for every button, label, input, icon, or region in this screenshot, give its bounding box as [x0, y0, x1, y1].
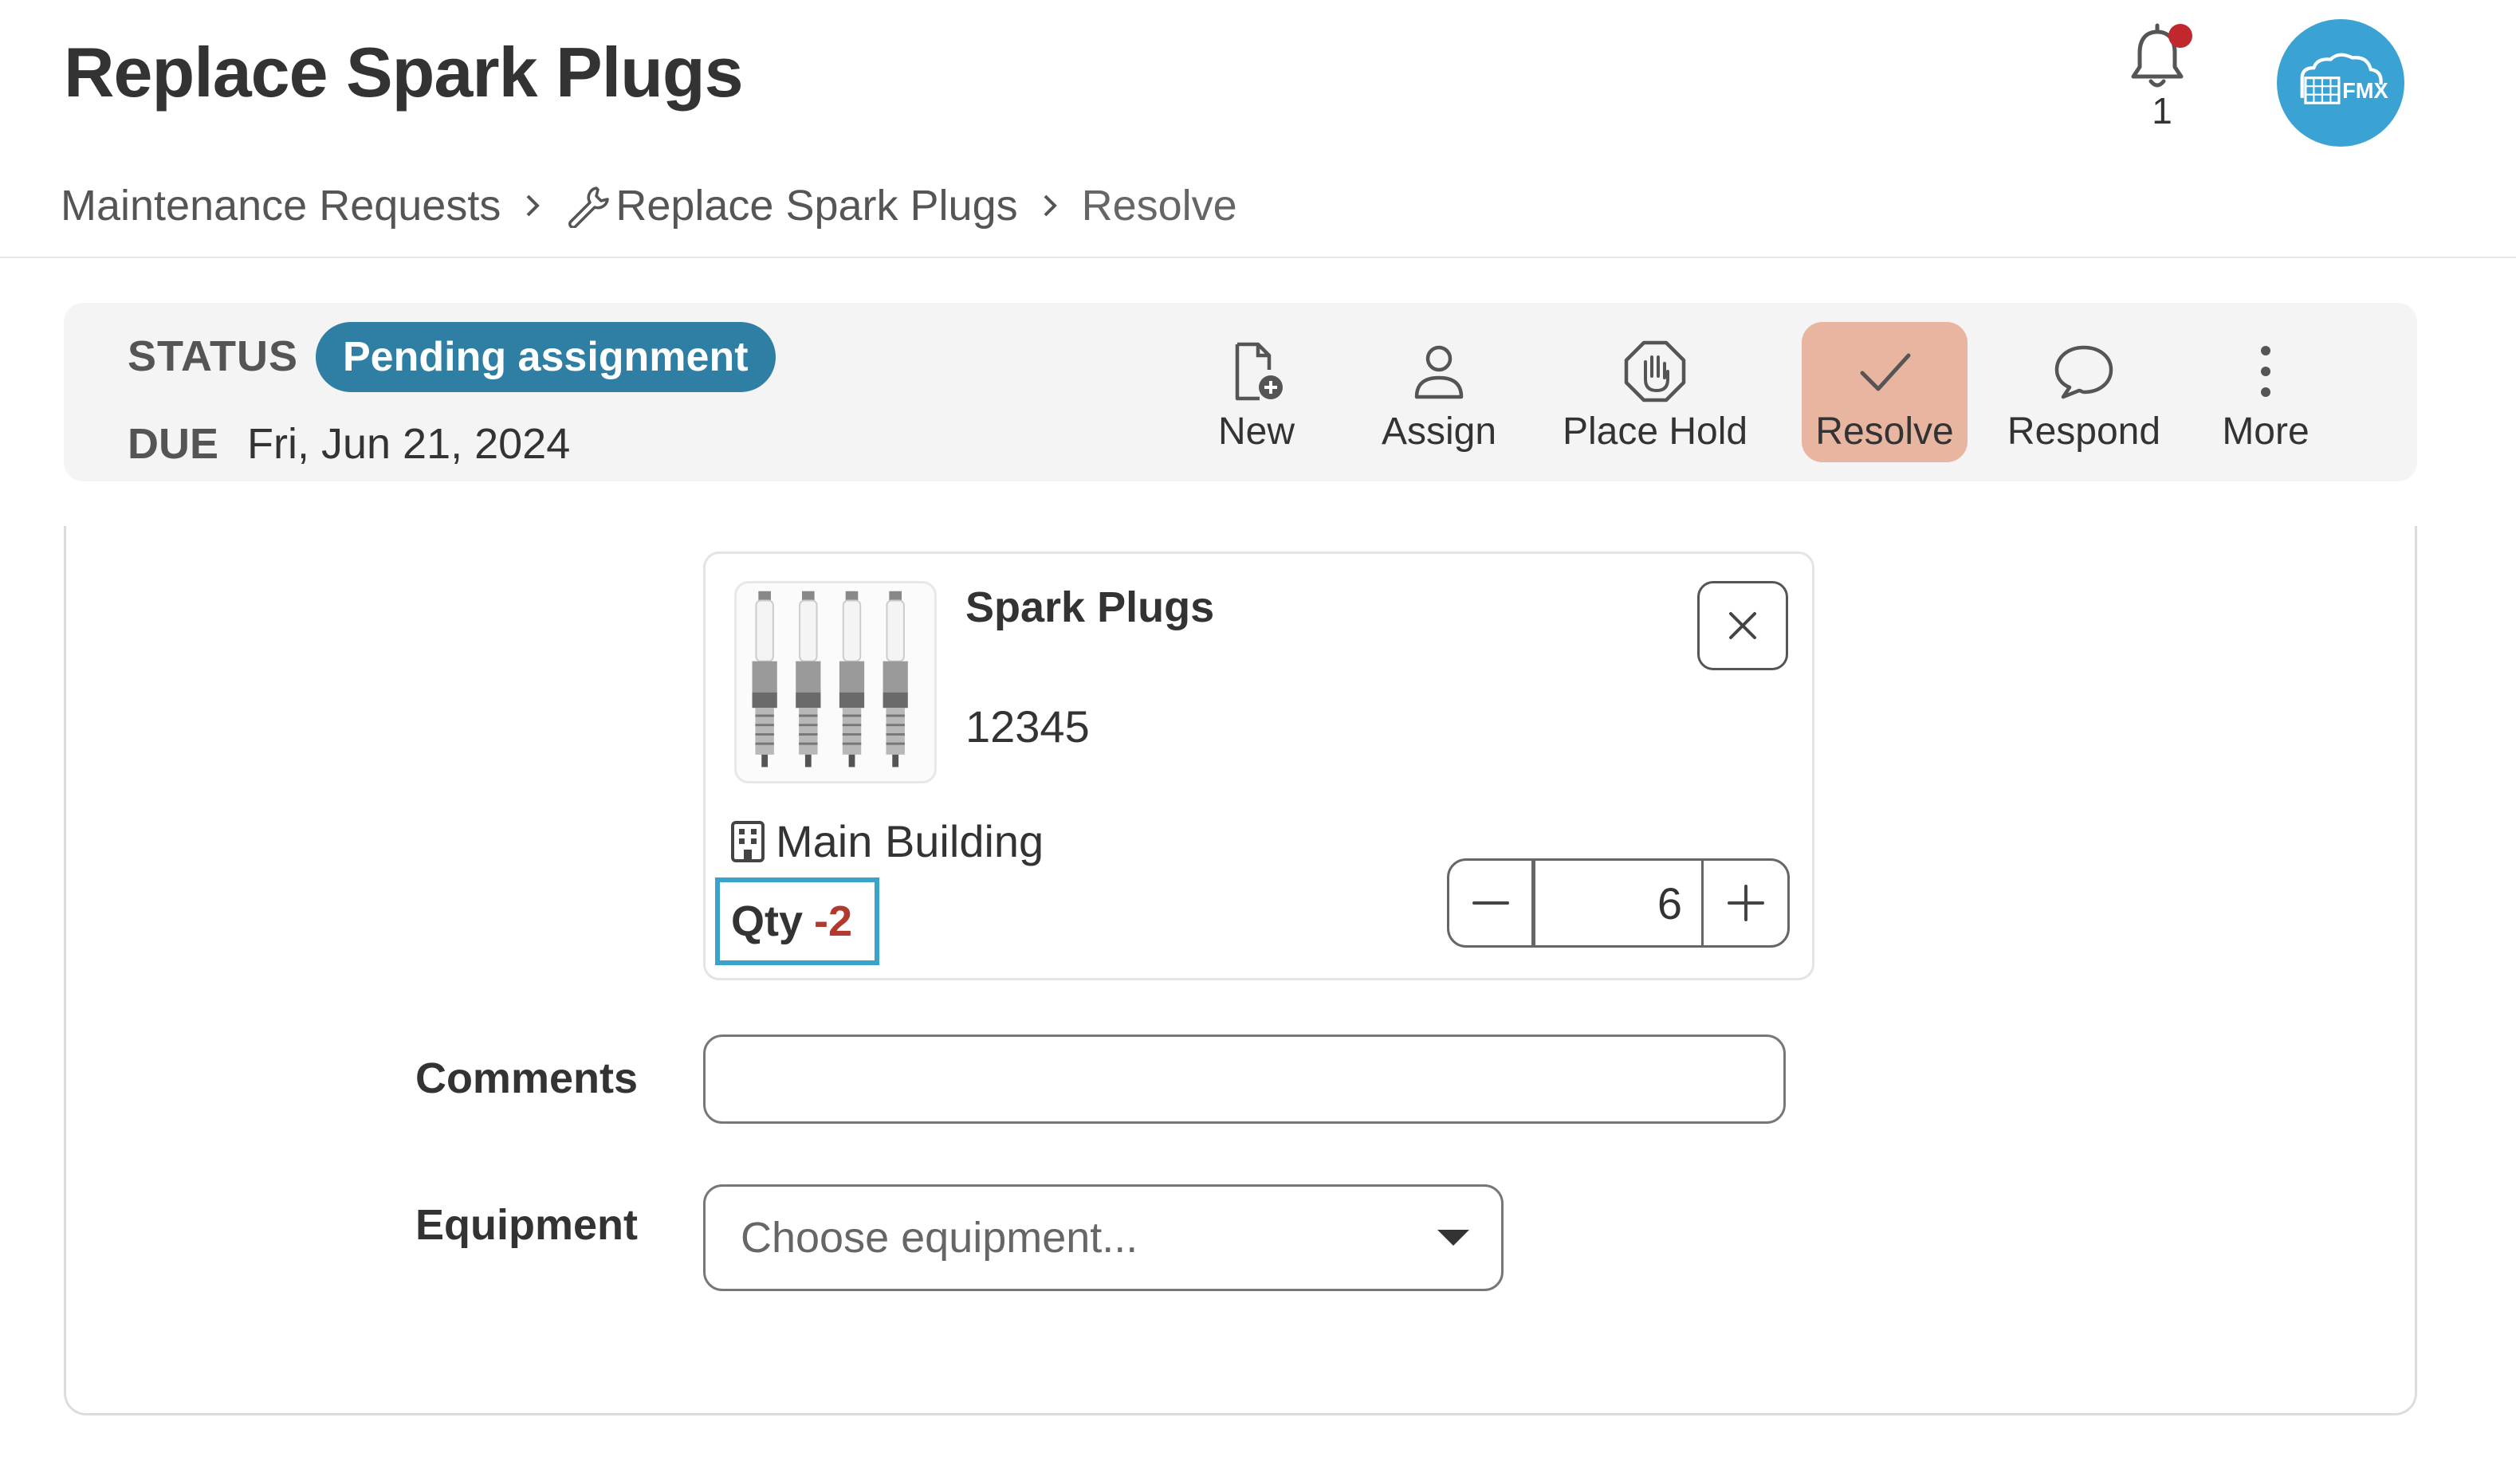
- increment-button[interactable]: [1701, 861, 1787, 945]
- breadcrumb-resolve: Resolve: [1081, 182, 1237, 230]
- part-image: [734, 581, 937, 783]
- wrench-icon: [568, 186, 610, 228]
- new-document-icon: [1235, 342, 1283, 401]
- notification-dot: [2168, 24, 2192, 48]
- qty-value: -2: [814, 897, 853, 945]
- place-hold-label: Place Hold: [1562, 410, 1748, 453]
- resolve-label: Resolve: [1815, 410, 1954, 453]
- chevron-right-icon: [526, 194, 541, 217]
- svg-text:FMX: FMX: [2342, 78, 2388, 103]
- equipment-label: Equipment: [415, 1201, 638, 1249]
- respond-button[interactable]: Respond: [2004, 322, 2164, 462]
- resolve-button[interactable]: Resolve: [1802, 322, 1968, 462]
- hand-stop-icon: [1624, 340, 1686, 402]
- equipment-select[interactable]: Choose equipment...: [703, 1184, 1504, 1291]
- assign-label: Assign: [1381, 410, 1497, 453]
- speech-bubble-icon: [2054, 345, 2113, 399]
- due-label: DUE: [128, 420, 219, 468]
- decrement-button[interactable]: [1449, 861, 1535, 945]
- status-bar: STATUS Pending assignment DUE Fri, Jun 2…: [64, 303, 2417, 481]
- part-location-label: Main Building: [776, 816, 1044, 866]
- status-badge: Pending assignment: [316, 322, 776, 392]
- part-location: Main Building: [729, 815, 1044, 867]
- breadcrumb-replace-spark-plugs[interactable]: Replace Spark Plugs: [615, 181, 1017, 230]
- new-label: New: [1217, 410, 1295, 453]
- minus-icon: [1472, 901, 1509, 905]
- avatar[interactable]: FMX: [2277, 19, 2404, 147]
- part-item-card: Spark Plugs 12345 Main Building Qty -2 6: [703, 552, 1814, 980]
- remove-part-button[interactable]: [1697, 581, 1788, 670]
- status-label: STATUS: [128, 332, 298, 380]
- more-button[interactable]: More: [2218, 322, 2314, 462]
- new-button[interactable]: New: [1209, 322, 1304, 462]
- person-icon: [1414, 345, 1464, 399]
- equipment-placeholder: Choose equipment...: [741, 1214, 1138, 1262]
- quantity-input[interactable]: 6: [1535, 861, 1701, 945]
- part-name: Spark Plugs: [965, 583, 1215, 631]
- qty-label: Qty: [731, 897, 804, 945]
- close-icon: [1729, 612, 1756, 639]
- spark-plugs-image: [752, 591, 908, 768]
- building-icon: [731, 820, 765, 862]
- more-label: More: [2222, 410, 2310, 453]
- breadcrumb-maintenance-requests[interactable]: Maintenance Requests: [61, 181, 501, 230]
- page-title: Replace Spark Plugs: [64, 33, 744, 112]
- comments-field[interactable]: [703, 1034, 1786, 1124]
- chevron-right-icon: [1044, 194, 1057, 217]
- fmx-logo-icon: FMX: [2300, 53, 2388, 104]
- caret-down-icon: [1437, 1230, 1469, 1246]
- plus-icon: [1727, 885, 1764, 921]
- assign-button[interactable]: Assign: [1371, 322, 1507, 462]
- breadcrumb: Maintenance Requests Replace Spark Plugs…: [61, 177, 1237, 234]
- vertical-dots-icon: [2261, 346, 2270, 397]
- part-number: 12345: [965, 701, 1090, 752]
- header-divider: [0, 257, 2516, 258]
- check-icon: [1860, 353, 1911, 391]
- qty-on-hand: Qty -2: [715, 877, 879, 965]
- comments-label: Comments: [415, 1054, 638, 1102]
- place-hold-button[interactable]: Place Hold: [1559, 322, 1751, 462]
- respond-label: Respond: [2007, 410, 2161, 453]
- quantity-stepper: 6: [1447, 858, 1790, 948]
- due-date: Fri, Jun 21, 2024: [247, 420, 571, 468]
- notification-count: 1: [2152, 90, 2172, 132]
